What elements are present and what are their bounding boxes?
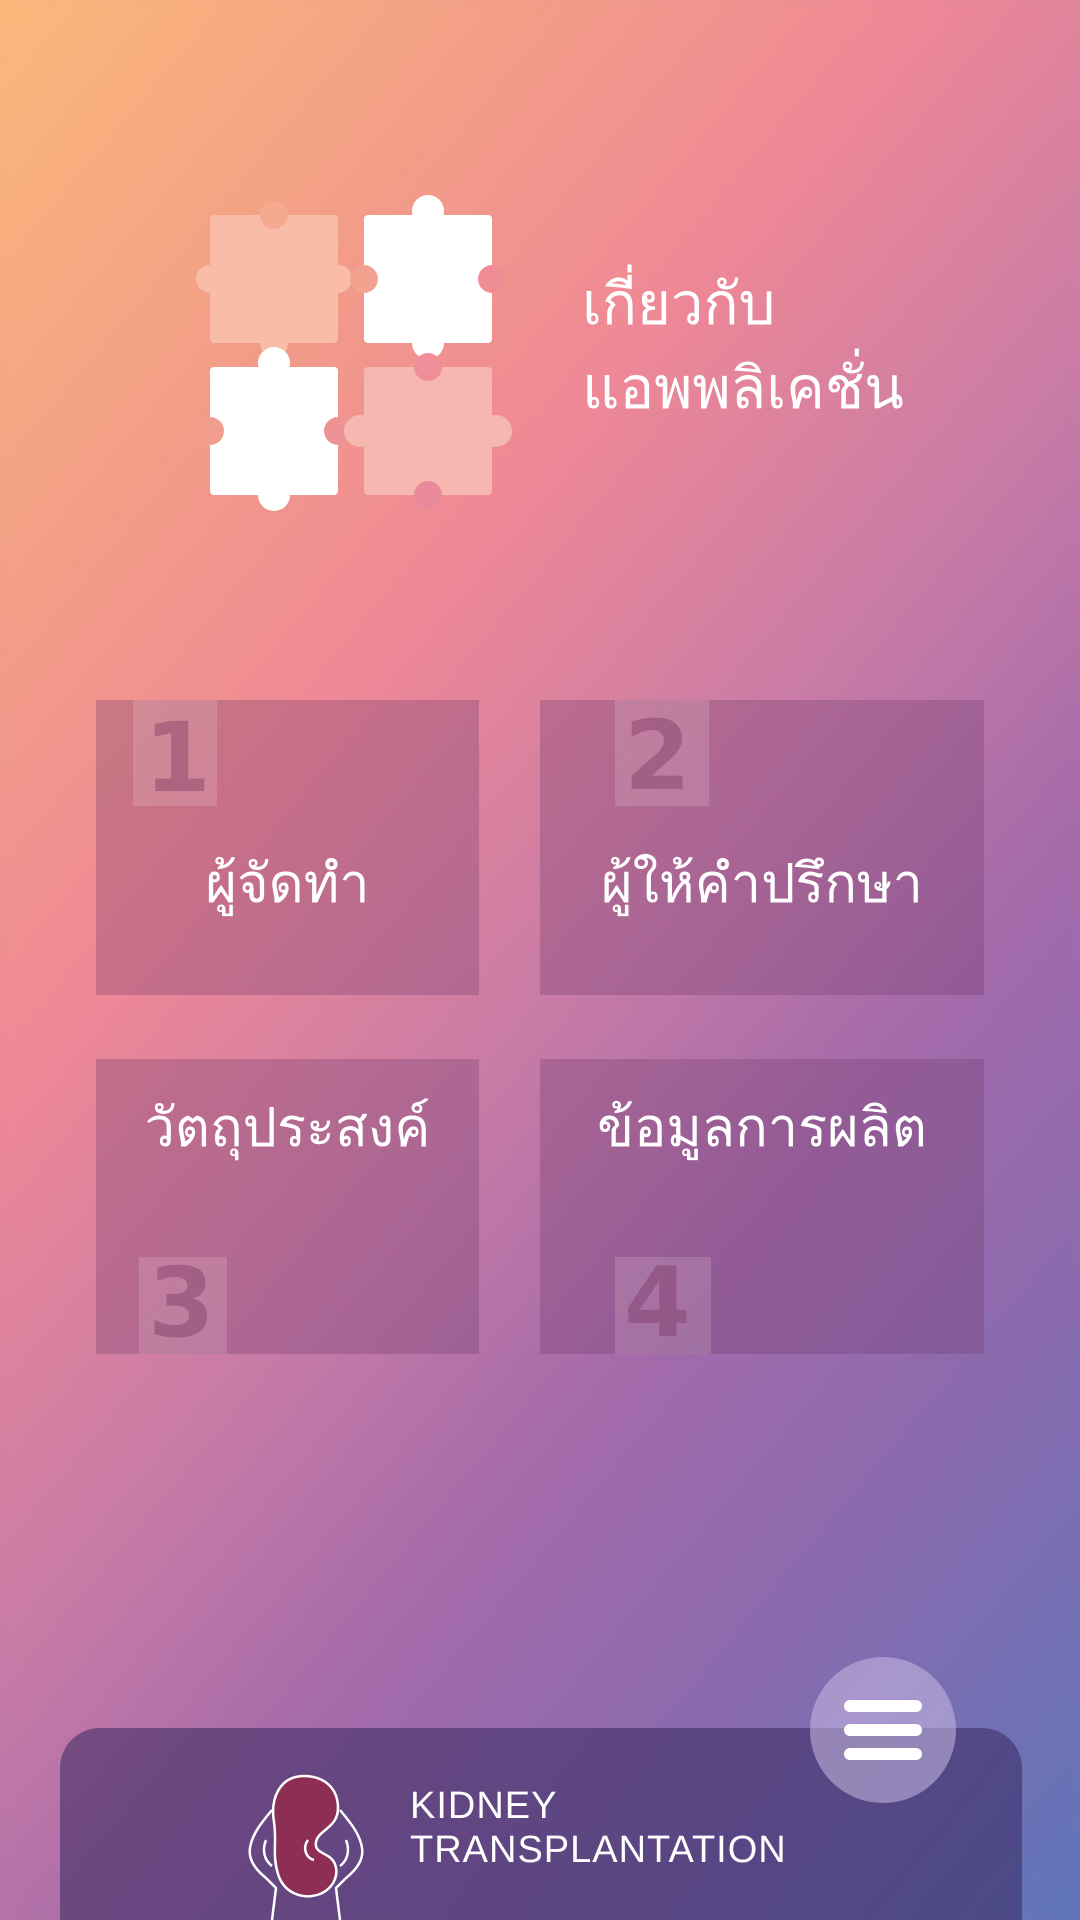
hamburger-menu-icon [844, 1700, 922, 1712]
menu-card-label: ผู้จัดทำ [205, 851, 370, 915]
header: เกี่ยวกับ แอพพลิเคชั่น [0, 0, 1080, 560]
menu-card-production-info[interactable]: 4 ข้อมูลการผลิต [540, 1059, 984, 1354]
puzzle-pieces-icon [196, 195, 512, 511]
card-number: 4 [624, 1247, 691, 1354]
menu-card-objectives[interactable]: 3 วัตถุประสงค์ [96, 1059, 479, 1354]
hamburger-bar [844, 1724, 922, 1736]
card-number: 1 [144, 702, 211, 814]
page-title-line-2: แอพพลิเคชั่น [582, 354, 904, 422]
brand-name: KIDNEY TRANSPLANTATION [410, 1784, 787, 1872]
hamburger-bar [844, 1748, 922, 1760]
card-number: 2 [624, 700, 691, 812]
menu-card-label: ข้อมูลการผลิต [597, 1095, 927, 1159]
hamburger-menu-button[interactable] [810, 1657, 956, 1803]
brand-line-2: TRANSPLANTATION [410, 1829, 787, 1871]
menu-card-label: ผู้ให้คำปรึกษา [601, 851, 923, 915]
page-title-line-1: เกี่ยวกับ [582, 270, 776, 338]
hands-holding-kidney-icon [248, 1774, 364, 1920]
menu-card-advisors[interactable]: 2 ผู้ให้คำปรึกษา [540, 700, 984, 995]
card-number: 3 [148, 1247, 215, 1354]
menu-card-creators[interactable]: 1 ผู้จัดทำ [96, 700, 479, 995]
menu-card-label: วัตถุประสงค์ [144, 1095, 431, 1159]
brand-line-1: KIDNEY [410, 1785, 558, 1827]
page-title: เกี่ยวกับ แอพพลิเคชั่น [582, 262, 1022, 430]
